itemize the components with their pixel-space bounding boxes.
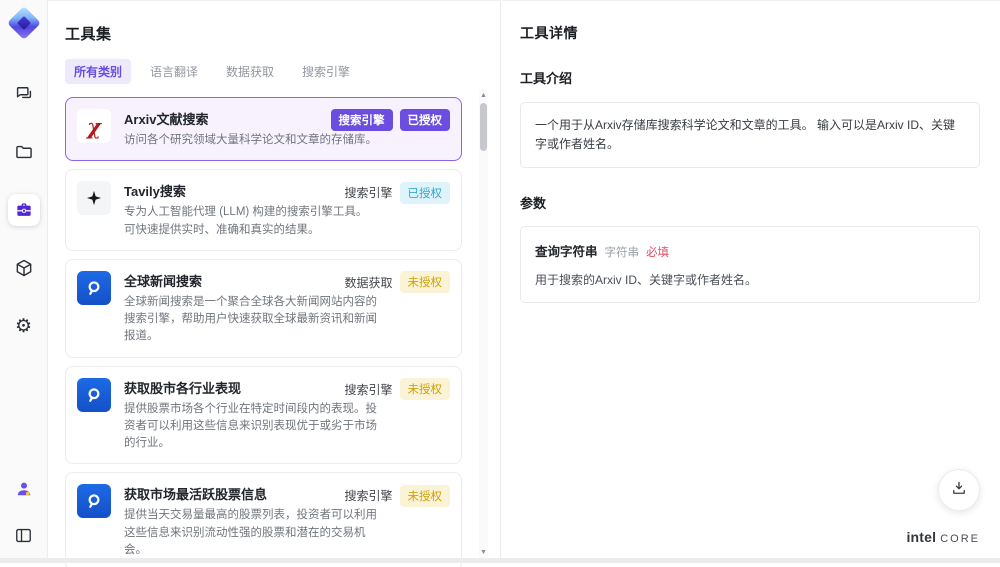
- news-app-icon: [77, 271, 111, 305]
- rail-nav: ⚙: [0, 78, 47, 342]
- app-logo-icon[interactable]: [11, 10, 37, 36]
- tool-list-panel: 工具集 所有类别 语言翻译 数据获取 搜索引擎 χ Arxiv文献搜索 访问各个…: [48, 0, 501, 563]
- user-avatar-button[interactable]: [8, 473, 40, 505]
- auth-badge: 未授权: [400, 485, 451, 507]
- param-name: 查询字符串: [535, 241, 598, 260]
- news-app-icon: [77, 484, 111, 518]
- tool-row-sector-performance[interactable]: 获取股市各行业表现 提供股票市场各个行业在特定时间段内的表现。投资者可以利用这些…: [65, 366, 462, 465]
- auth-badge: 已授权: [400, 109, 451, 131]
- auth-badge: 已授权: [400, 182, 451, 204]
- tool-desc: 提供股票市场各个行业在特定时间段内的表现。投资者可以利用这些信息来识别表现优于或…: [124, 401, 378, 453]
- scrollbar-thumb[interactable]: [480, 103, 487, 151]
- category-badge: 搜索引擎: [331, 109, 393, 131]
- row-badges: 搜索引擎 未授权: [344, 484, 450, 507]
- toolbox-icon: [14, 200, 34, 220]
- nav-chat-button[interactable]: [8, 78, 40, 110]
- auth-badge: 未授权: [400, 378, 451, 400]
- tab-language-translation[interactable]: 语言翻译: [141, 59, 207, 84]
- folder-icon: [14, 142, 34, 162]
- param-card: 查询字符串 字符串 必填 用于搜索的Arxiv ID、关键字或作者姓名。: [520, 226, 980, 303]
- window-bottom-edge: [0, 558, 1000, 563]
- list-scrollbar[interactable]: ▲ ▼: [479, 89, 488, 560]
- left-rail: ⚙: [0, 0, 48, 563]
- param-head: 查询字符串 字符串 必填: [535, 241, 965, 260]
- row-badges: 数据获取 未授权: [344, 271, 450, 294]
- intro-box: 一个用于从Arxiv存储库搜索科学论文和文章的工具。 输入可以是Arxiv ID…: [520, 102, 980, 168]
- gear-icon: ⚙: [15, 317, 32, 336]
- intel-core-logo: intel CORE: [906, 529, 980, 545]
- tool-desc: 专为人工智能代理 (LLM) 构建的搜索引擎工具。可快速提供实时、准确和真实的结…: [124, 204, 378, 239]
- avatar-icon: [14, 479, 34, 499]
- chat-icon: [14, 84, 34, 104]
- param-required-flag: 必填: [646, 244, 669, 260]
- tab-all-categories[interactable]: 所有类别: [65, 59, 131, 84]
- tool-desc: 提供当天交易量最高的股票列表，投资者可以利用这些信息来识别流动性强的股票和潜在的…: [124, 507, 378, 559]
- news-app-icon: [77, 378, 111, 412]
- param-desc: 用于搜索的Arxiv ID、关键字或作者姓名。: [535, 271, 965, 288]
- tool-row-global-news[interactable]: 全球新闻搜索 全球新闻搜索是一个聚合全球各大新闻网站内容的搜索引擎，帮助用户快速…: [65, 259, 462, 358]
- category-label: 数据获取: [344, 271, 392, 294]
- cube-icon: [14, 258, 34, 278]
- nav-settings-button[interactable]: ⚙: [8, 310, 40, 342]
- category-label: 搜索引擎: [344, 484, 392, 507]
- tool-detail-panel: 工具详情 工具介绍 一个用于从Arxiv存储库搜索科学论文和文章的工具。 输入可…: [502, 0, 1000, 563]
- category-label: 搜索引擎: [344, 181, 392, 204]
- tool-desc: 全球新闻搜索是一个聚合全球各大新闻网站内容的搜索引擎，帮助用户快速获取全球最新资…: [124, 294, 378, 346]
- page-title: 工具集: [65, 23, 474, 44]
- tool-desc: 访问各个研究领域大量科学论文和文章的存储库。: [124, 132, 378, 149]
- tool-row-active-stocks[interactable]: 获取市场最活跃股票信息 提供当天交易量最高的股票列表，投资者可以利用这些信息来识…: [65, 472, 462, 567]
- category-label: 搜索引擎: [344, 378, 392, 401]
- tab-data-acquisition[interactable]: 数据获取: [217, 59, 283, 84]
- download-icon: [950, 479, 968, 502]
- download-button[interactable]: [938, 469, 980, 511]
- detail-title: 工具详情: [520, 23, 980, 43]
- nav-folder-button[interactable]: [8, 136, 40, 168]
- core-wordmark: CORE: [940, 533, 980, 545]
- rail-bottom: [0, 473, 47, 551]
- sparkle-star-icon: [77, 181, 111, 215]
- intel-wordmark: intel: [906, 529, 936, 545]
- tab-search-engine[interactable]: 搜索引擎: [293, 59, 359, 84]
- arxiv-x-glyph: χ: [87, 116, 101, 137]
- tool-row-tavily[interactable]: Tavily搜索 专为人工智能代理 (LLM) 构建的搜索引擎工具。可快速提供实…: [65, 169, 462, 251]
- tool-list: χ Arxiv文献搜索 访问各个研究领域大量科学论文和文章的存储库。 搜索引擎 …: [65, 97, 474, 567]
- row-badges: 搜索引擎 已授权: [331, 109, 451, 131]
- auth-badge: 未授权: [400, 271, 451, 293]
- row-badges: 搜索引擎 未授权: [344, 378, 450, 401]
- collapse-panel-icon: [14, 526, 33, 545]
- tool-row-arxiv[interactable]: χ Arxiv文献搜索 访问各个研究领域大量科学论文和文章的存储库。 搜索引擎 …: [65, 97, 462, 161]
- params-heading: 参数: [520, 193, 980, 212]
- intro-heading: 工具介绍: [520, 68, 980, 87]
- nav-package-button[interactable]: [8, 252, 40, 284]
- scroll-up-icon[interactable]: ▲: [479, 91, 488, 101]
- arxiv-logo-icon: χ: [77, 109, 111, 143]
- scroll-down-icon[interactable]: ▼: [479, 548, 488, 558]
- collapse-sidebar-button[interactable]: [8, 519, 40, 551]
- nav-toolbox-button-active[interactable]: [8, 194, 40, 226]
- category-tabs: 所有类别 语言翻译 数据获取 搜索引擎: [65, 59, 474, 84]
- param-type: 字符串: [605, 244, 640, 260]
- row-badges: 搜索引擎 已授权: [344, 181, 450, 204]
